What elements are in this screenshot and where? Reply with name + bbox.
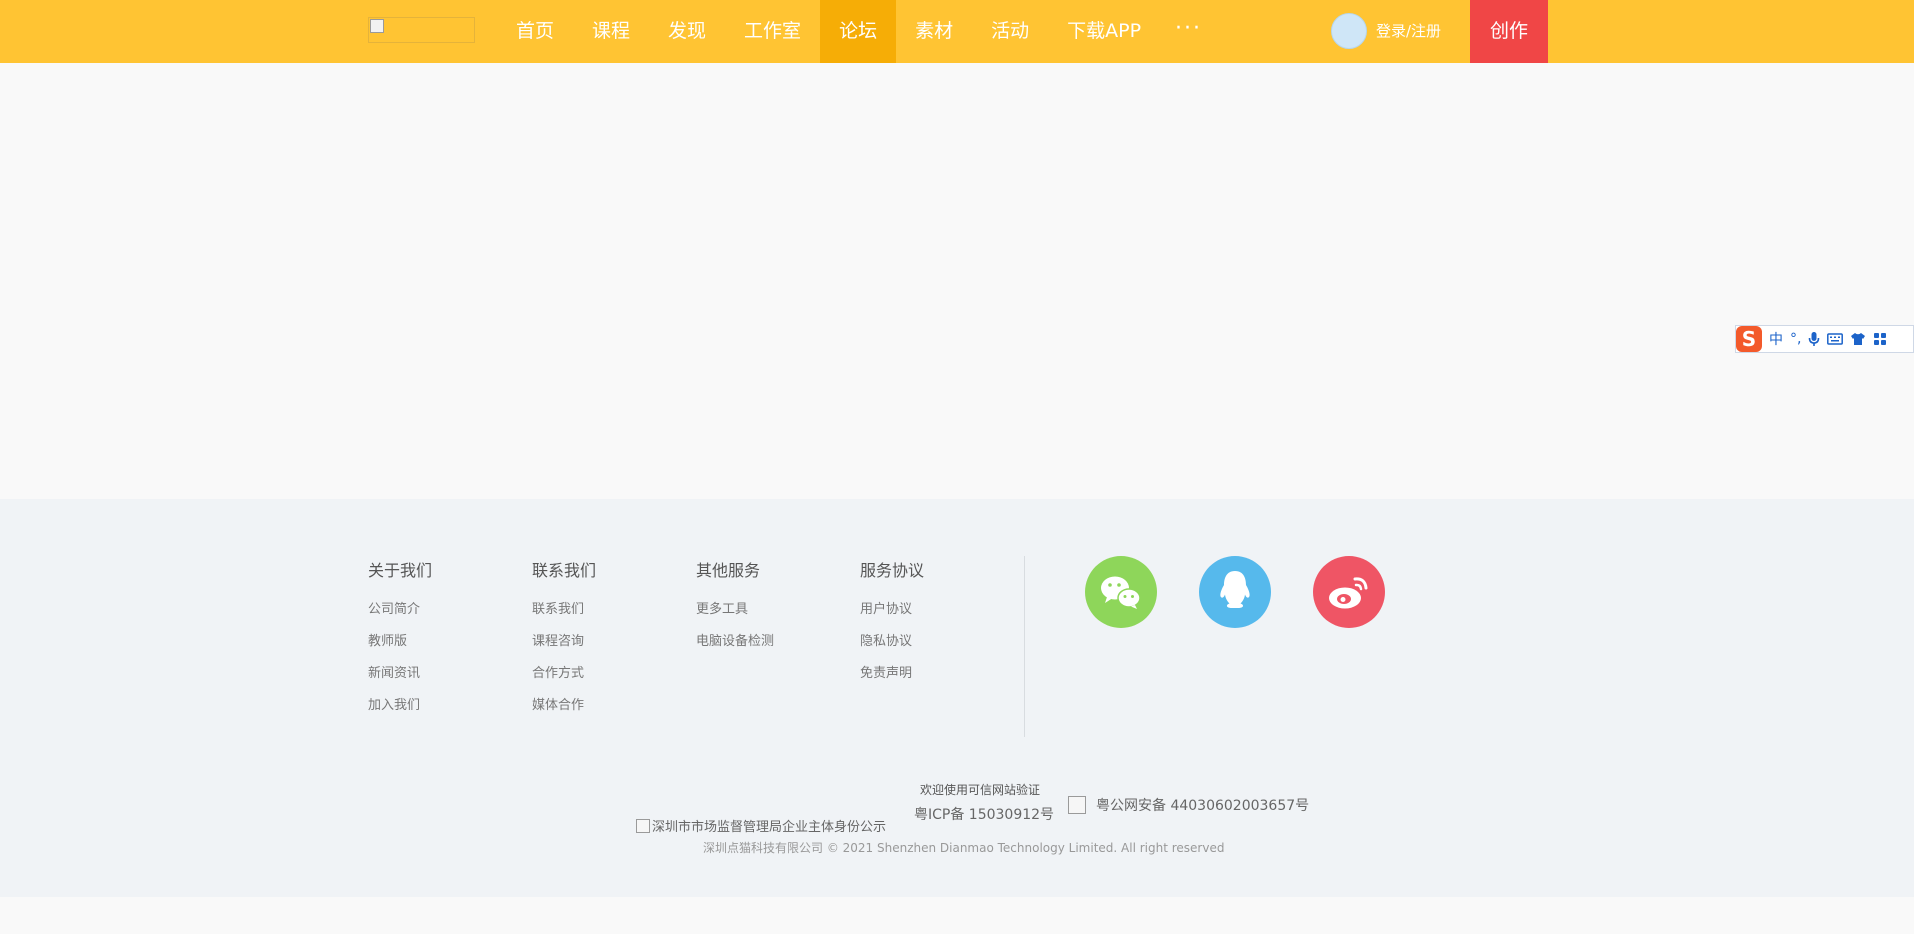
footer: 关于我们 公司简介 教师版 新闻资讯 加入我们 联系我们 联系我们 课程咨询 合… [0,499,1914,897]
avatar[interactable] [1331,13,1367,49]
qq-button[interactable] [1199,556,1271,628]
police-record-text: 粤公网安备 44030602003657号 [1096,798,1310,814]
seal-alt-text: 深圳市市场监督管理局企业主体身份公示 [652,820,887,835]
business-license-seal-link[interactable]: 深圳市市场监督管理局企业主体身份公示 [636,816,886,835]
nav-item-courses[interactable]: 课程 [573,0,649,63]
footer-column-title: 其他服务 [696,561,761,580]
footer-column-about: 关于我们 公司简介 教师版 新闻资讯 加入我们 [368,557,432,726]
broken-image-icon [1068,796,1086,814]
nav-item-events[interactable]: 活动 [972,0,1048,63]
footer-column-contact: 联系我们 联系我们 课程咨询 合作方式 媒体合作 [532,557,596,726]
trusted-site-verification-text[interactable]: 欢迎使用可信网站验证 [920,781,1040,798]
footer-column-title: 服务协议 [860,561,925,580]
footer-link[interactable]: 媒体合作 [532,694,596,713]
broken-image-icon [370,19,384,33]
footer-column-agreements: 服务协议 用户协议 隐私协议 免责声明 [860,557,924,694]
qq-icon [1220,571,1250,608]
sogou-logo-icon[interactable]: S [1736,326,1762,352]
wechat-icon [1101,576,1141,609]
toolbox-grid-icon[interactable] [1873,332,1887,346]
wechat-button[interactable] [1085,556,1157,628]
broken-image-icon [636,818,650,833]
main-content-area [0,63,1914,499]
ime-toolbar[interactable]: S 中 °, [1735,325,1914,353]
nav-item-download-app[interactable]: 下载APP [1048,0,1160,63]
footer-link[interactable]: 合作方式 [532,662,596,681]
microphone-icon[interactable] [1808,331,1820,347]
ime-mode-toggle[interactable]: 中 [1769,329,1783,349]
footer-link[interactable]: 公司简介 [368,598,432,617]
footer-column-title: 关于我们 [368,561,433,580]
footer-link[interactable]: 用户协议 [860,598,924,617]
footer-link[interactable]: 电脑设备检测 [696,630,774,649]
main-nav: 首页 课程 发现 工作室 论坛 素材 活动 下载APP ··· [497,0,1217,63]
footer-link[interactable]: 加入我们 [368,694,432,713]
police-record-link[interactable]: 粤公网安备 44030602003657号 [1068,795,1309,815]
footer-link[interactable]: 联系我们 [532,598,596,617]
nav-item-studio[interactable]: 工作室 [725,0,820,63]
weibo-icon [1329,577,1368,609]
top-navigation-bar: 首页 课程 发现 工作室 论坛 素材 活动 下载APP ··· 登录/注册 创作 [0,0,1914,64]
footer-link[interactable]: 免责声明 [860,662,924,681]
nav-item-discover[interactable]: 发现 [649,0,725,63]
footer-link[interactable]: 隐私协议 [860,630,924,649]
nav-item-home[interactable]: 首页 [497,0,573,63]
nav-item-forum[interactable]: 论坛 [820,0,897,63]
site-logo[interactable] [368,17,475,43]
footer-link[interactable]: 更多工具 [696,598,774,617]
footer-link[interactable]: 课程咨询 [532,630,596,649]
weibo-button[interactable] [1313,556,1385,628]
icp-record-link[interactable]: 粤ICP备 15030912号 [914,804,1054,824]
ime-punctuation-toggle[interactable]: °, [1790,331,1801,347]
keyboard-icon[interactable] [1827,333,1844,345]
nav-item-materials[interactable]: 素材 [896,0,972,63]
footer-divider [1024,556,1025,737]
login-register-link[interactable]: 登录/注册 [1376,0,1441,63]
footer-column-title: 联系我们 [532,561,597,580]
skin-shirt-icon[interactable] [1850,332,1866,346]
footer-column-services: 其他服务 更多工具 电脑设备检测 [696,557,774,662]
footer-link[interactable]: 教师版 [368,630,432,649]
copyright-text: 深圳点猫科技有限公司 © 2021 Shenzhen Dianmao Techn… [703,841,1225,855]
create-button[interactable]: 创作 [1470,0,1548,63]
footer-link[interactable]: 新闻资讯 [368,662,432,681]
more-menu-icon[interactable]: ··· [1160,0,1217,63]
